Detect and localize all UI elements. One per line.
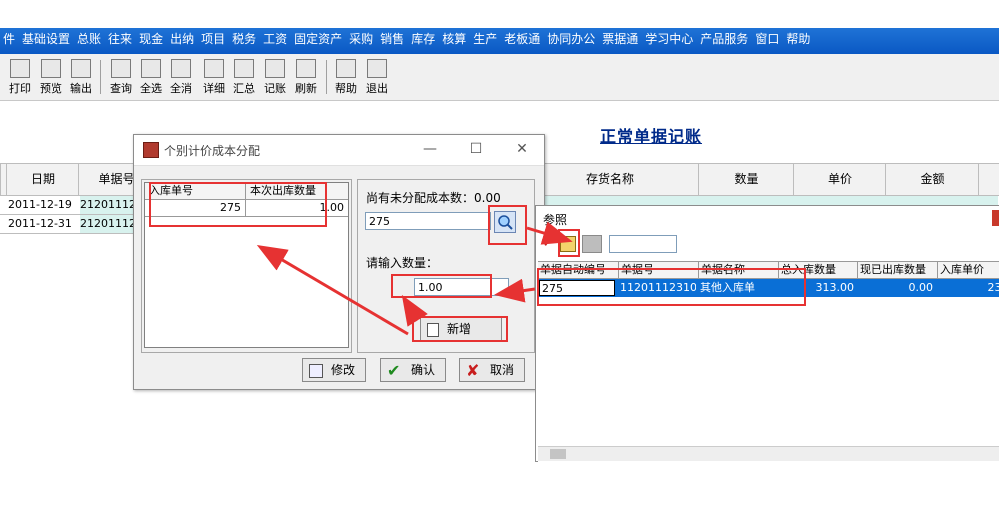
annotation-arrows	[256, 221, 573, 336]
